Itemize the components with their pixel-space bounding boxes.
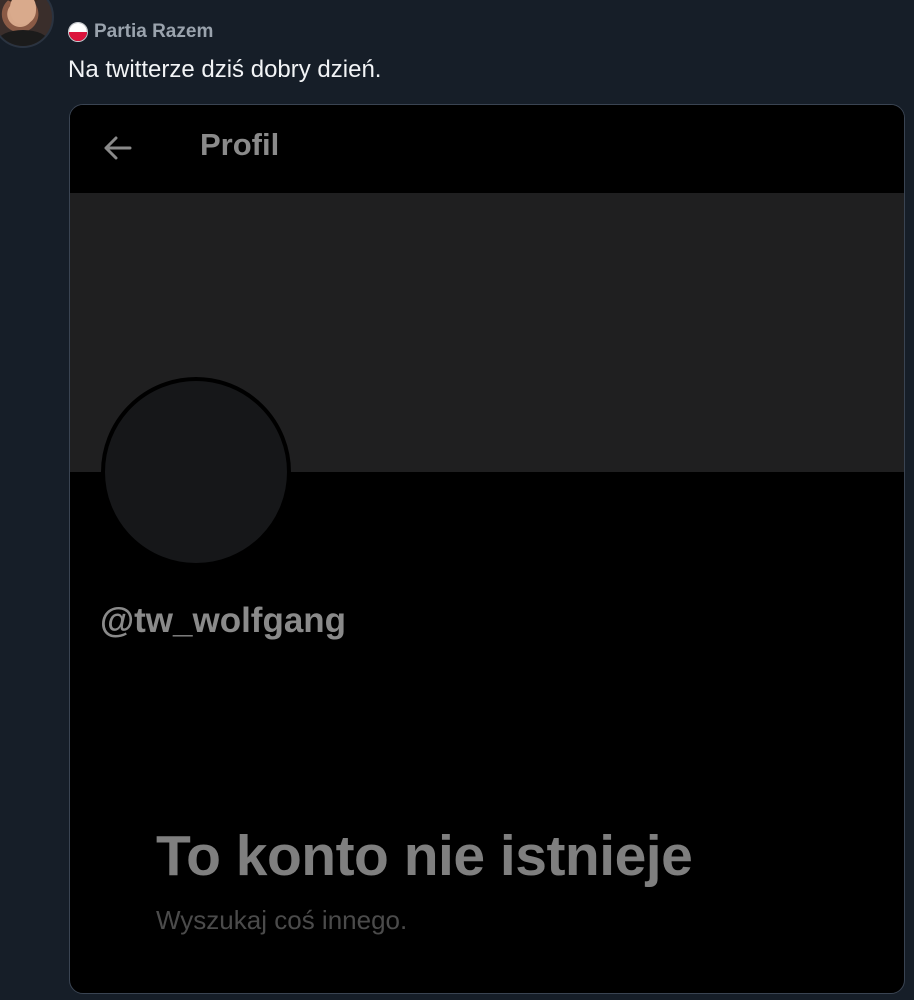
embedded-screenshot[interactable]: Profil @tw_wolfgang To konto nie istniej…: [69, 104, 905, 994]
avatar-shirt: [0, 30, 48, 46]
profile-header: Profil: [70, 105, 904, 193]
author-avatar[interactable]: [0, 0, 54, 48]
empty-state-subtitle: Wyszukaj coś innego.: [156, 905, 408, 935]
post-text: Na twitterze dziś dobry dzień.: [68, 56, 382, 83]
profile-title: Profil: [200, 127, 280, 162]
profile-handle: @tw_wolfgang: [100, 601, 347, 640]
affiliation-label: Partia Razem: [94, 21, 214, 42]
avatar-face: [10, 0, 36, 24]
profile-avatar-placeholder: [101, 377, 291, 567]
poland-flag-icon: [68, 22, 88, 42]
post-view: Partia Razem Na twitterze dziś dobry dzi…: [0, 0, 914, 1000]
arrow-left-icon[interactable]: [100, 130, 136, 166]
empty-state-title: To konto nie istnieje: [156, 824, 693, 888]
author-affiliation[interactable]: Partia Razem: [68, 20, 213, 44]
